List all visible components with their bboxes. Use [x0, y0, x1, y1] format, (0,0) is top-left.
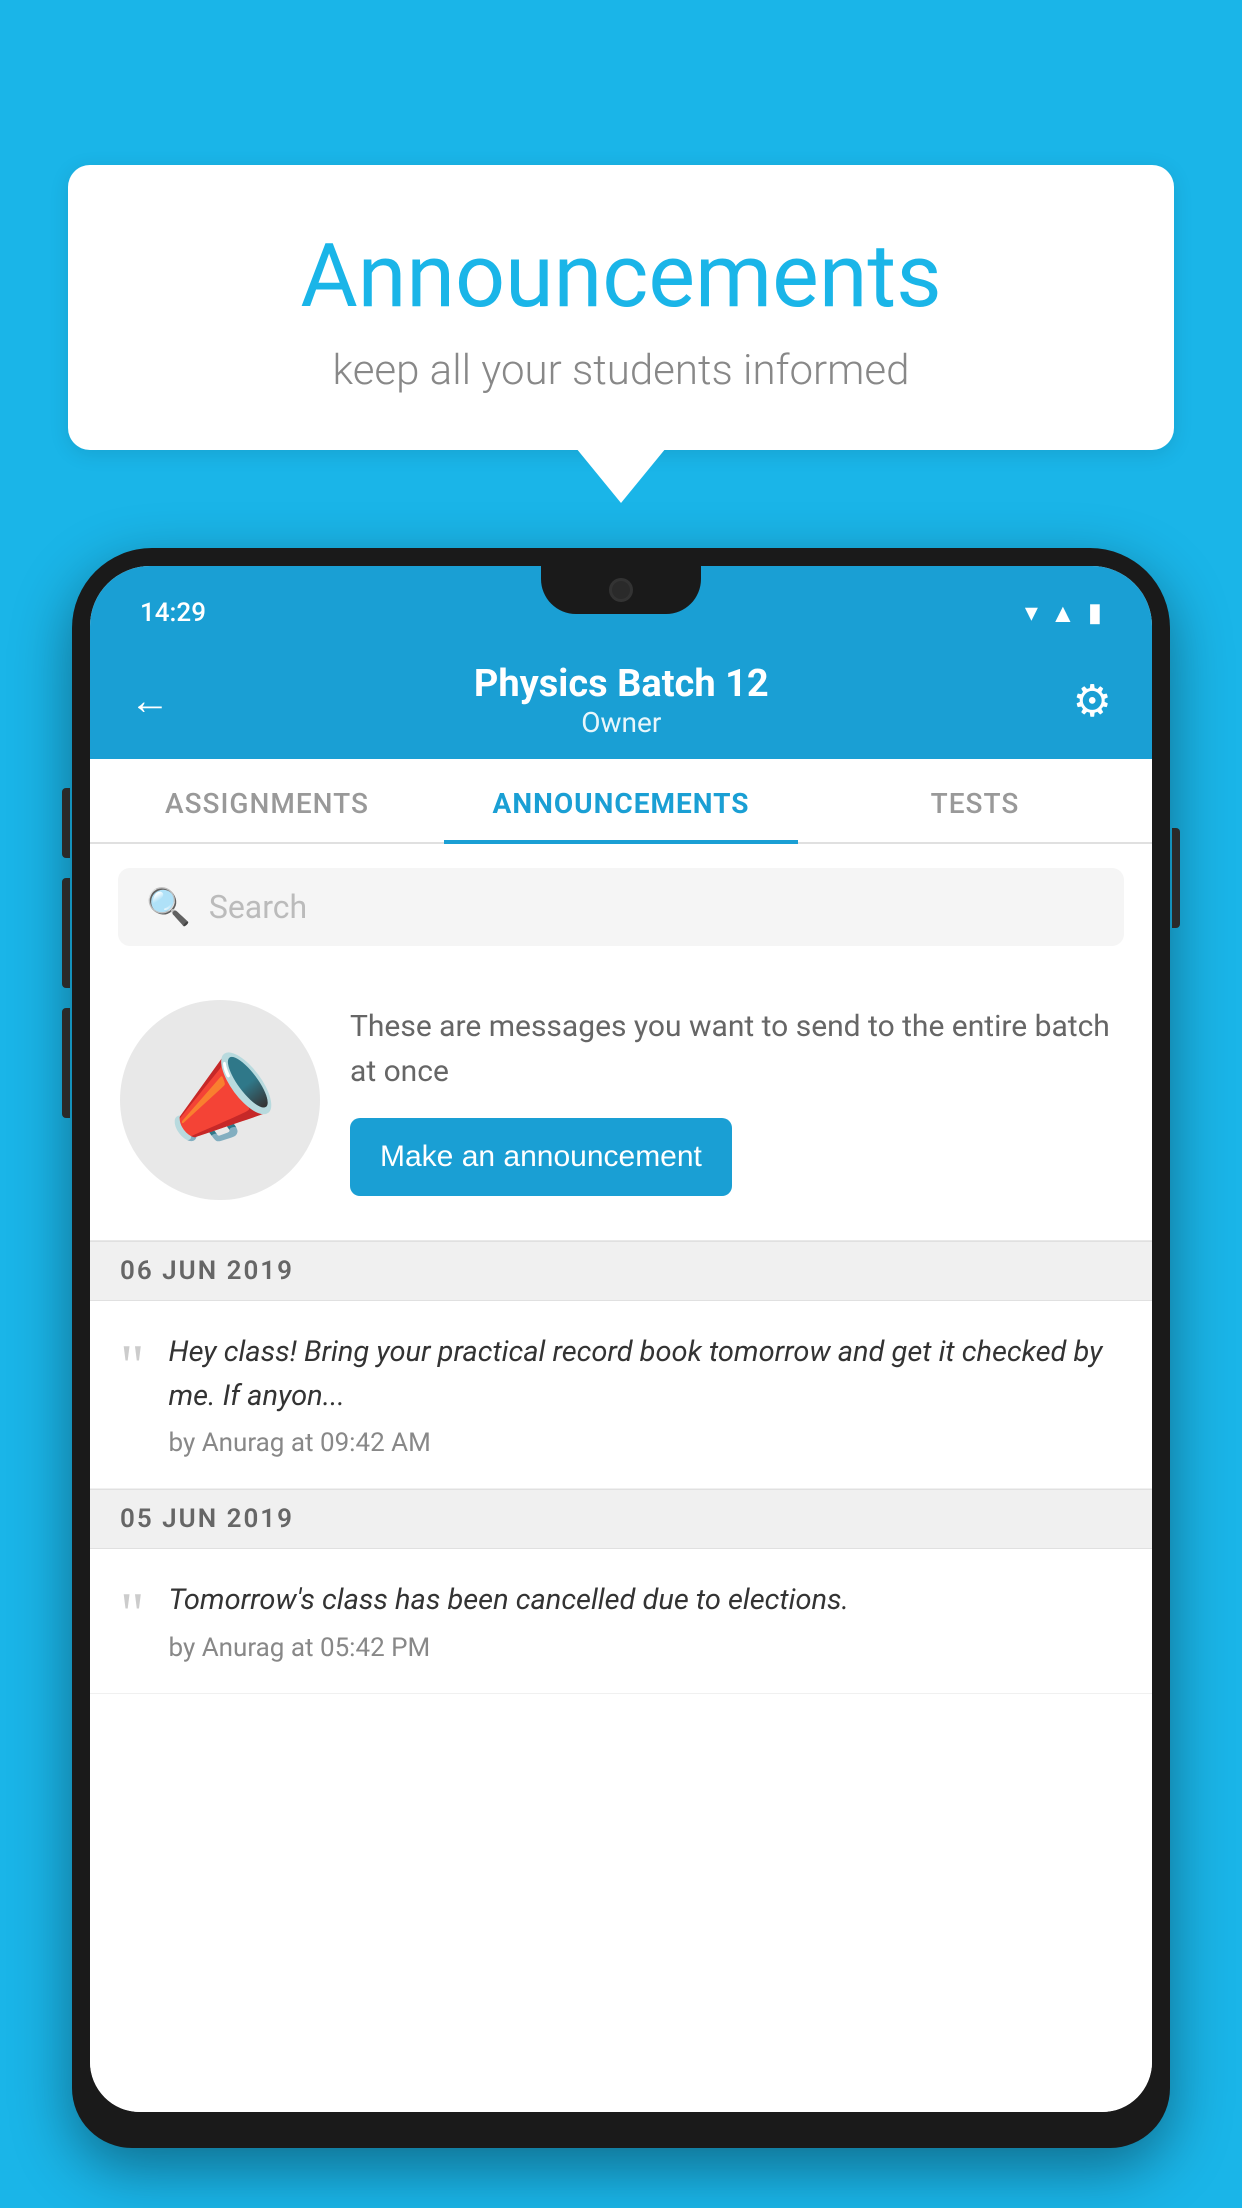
tab-announcements[interactable]: ANNOUNCEMENTS — [444, 759, 798, 842]
announcement-item-2[interactable]: " Tomorrow's class has been cancelled du… — [90, 1549, 1152, 1694]
bubble-title: Announcements — [138, 225, 1104, 328]
front-camera — [609, 578, 633, 602]
notch — [541, 566, 701, 614]
phone-frame: 14:29 ▾ ▲ ▮ ← Physics Batch 12 Owner ⚙ — [72, 548, 1170, 2148]
battery-icon: ▮ — [1088, 598, 1102, 628]
tab-tests[interactable]: TESTS — [798, 759, 1152, 842]
search-bar[interactable]: 🔍 Search — [118, 868, 1124, 946]
announcement-meta-2: by Anurag at 05:42 PM — [169, 1633, 1123, 1663]
megaphone-icon: 📣 — [152, 1035, 287, 1165]
date-separator-2: 05 JUN 2019 — [90, 1489, 1152, 1549]
app-header: ← Physics Batch 12 Owner ⚙ — [90, 634, 1152, 759]
phone-screen: 14:29 ▾ ▲ ▮ ← Physics Batch 12 Owner ⚙ — [90, 566, 1152, 2112]
signal-icon: ▲ — [1050, 598, 1076, 629]
batch-role: Owner — [474, 706, 769, 739]
announcement-promo: 📣 These are messages you want to send to… — [90, 970, 1152, 1241]
phone-container: 14:29 ▾ ▲ ▮ ← Physics Batch 12 Owner ⚙ — [72, 548, 1170, 2208]
status-time: 14:29 — [140, 598, 206, 628]
speech-bubble-section: Announcements keep all your students inf… — [68, 165, 1174, 503]
announcement-item-1[interactable]: " Hey class! Bring your practical record… — [90, 1301, 1152, 1489]
tab-assignments[interactable]: ASSIGNMENTS — [90, 759, 444, 842]
speech-bubble-card: Announcements keep all your students inf… — [68, 165, 1174, 450]
volume-up-button — [62, 878, 70, 988]
status-icons: ▾ ▲ ▮ — [1025, 598, 1102, 629]
settings-icon[interactable]: ⚙ — [1073, 675, 1112, 727]
promo-content: These are messages you want to send to t… — [350, 1004, 1122, 1196]
batch-title: Physics Batch 12 — [474, 662, 769, 706]
announcement-content-1: Hey class! Bring your practical record b… — [169, 1331, 1123, 1458]
announcement-content-2: Tomorrow's class has been cancelled due … — [169, 1579, 1123, 1663]
search-placeholder: Search — [209, 888, 307, 926]
search-icon: 🔍 — [146, 886, 191, 928]
back-button[interactable]: ← — [130, 677, 170, 724]
header-title-group: Physics Batch 12 Owner — [474, 662, 769, 739]
power-button — [1172, 828, 1180, 928]
announcement-text-1: Hey class! Bring your practical record b… — [169, 1331, 1123, 1418]
promo-description: These are messages you want to send to t… — [350, 1004, 1122, 1094]
volume-down-button — [62, 1008, 70, 1118]
announcement-text-2: Tomorrow's class has been cancelled due … — [169, 1579, 1123, 1623]
bubble-subtitle: keep all your students informed — [138, 346, 1104, 395]
wifi-icon: ▾ — [1025, 598, 1038, 628]
mute-button — [62, 788, 70, 858]
tabs-container: ASSIGNMENTS ANNOUNCEMENTS TESTS — [90, 759, 1152, 844]
date-separator-1: 06 JUN 2019 — [90, 1241, 1152, 1301]
bubble-tail — [576, 448, 666, 503]
quote-icon-1: " — [120, 1336, 145, 1396]
announcement-meta-1: by Anurag at 09:42 AM — [169, 1428, 1123, 1458]
make-announcement-button[interactable]: Make an announcement — [350, 1118, 732, 1196]
content-area: 🔍 Search 📣 These are messages you want t… — [90, 844, 1152, 2112]
quote-icon-2: " — [120, 1584, 145, 1644]
promo-icon-circle: 📣 — [120, 1000, 320, 1200]
